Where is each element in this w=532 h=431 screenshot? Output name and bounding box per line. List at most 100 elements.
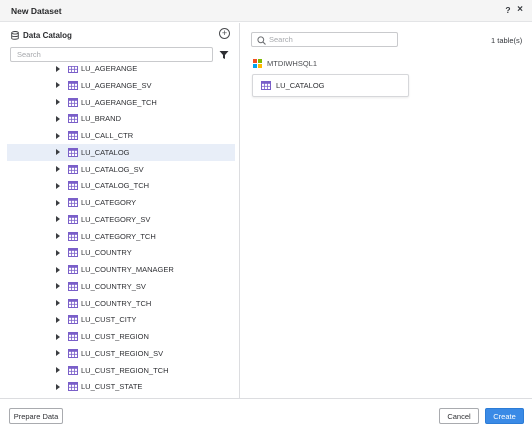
table-grid-icon xyxy=(68,298,78,308)
tree-item[interactable]: LU_CUST_STATE xyxy=(7,378,235,395)
tree-item[interactable]: LU_COUNTRY xyxy=(7,244,235,261)
table-grid-icon xyxy=(68,164,78,174)
tree-item-label: LU_COUNTRY_MANAGER xyxy=(81,265,174,274)
expand-caret-icon[interactable] xyxy=(56,199,60,206)
expand-caret-icon[interactable] xyxy=(56,99,60,105)
tree-item[interactable]: LU_CATEGORY_SV xyxy=(7,211,235,228)
expand-caret-icon[interactable] xyxy=(56,350,60,357)
tree-item[interactable]: LU_CATEGORY_TCH xyxy=(7,228,235,245)
tree-item-label: LU_CUST_STATE xyxy=(81,382,143,392)
expand-caret-icon[interactable] xyxy=(56,383,60,390)
tree-item[interactable]: LU_COUNTRY_TCH xyxy=(7,295,235,312)
table-search-box[interactable] xyxy=(251,32,398,47)
tree-item-label: LU_CATALOG_SV xyxy=(81,164,144,174)
table-grid-icon xyxy=(261,81,271,90)
table-grid-icon xyxy=(68,66,78,73)
table-grid-icon xyxy=(68,332,78,341)
cancel-button[interactable]: Cancel xyxy=(439,408,479,424)
table-grid-icon xyxy=(68,365,78,375)
expand-caret-icon[interactable] xyxy=(56,66,60,72)
expand-caret-icon[interactable] xyxy=(56,266,60,273)
tree-item[interactable]: LU_CATALOG_TCH xyxy=(7,177,235,194)
expand-caret-icon[interactable] xyxy=(56,316,60,323)
tree-item[interactable]: LU_CATEGORY xyxy=(7,194,235,211)
tree-item-label: LU_CUST_CITY xyxy=(81,315,137,325)
tree-item[interactable]: LU_COUNTRY_MANAGER xyxy=(7,261,235,278)
catalog-search-input[interactable] xyxy=(10,47,213,62)
expand-caret-icon[interactable] xyxy=(56,283,60,290)
tree-item[interactable]: LU_CATALOG xyxy=(7,143,235,161)
table-grid-icon xyxy=(68,281,78,291)
table-grid-icon xyxy=(68,382,78,392)
expand-caret-icon[interactable] xyxy=(56,182,60,189)
expand-caret-icon[interactable] xyxy=(56,300,60,306)
table-grid-icon xyxy=(68,97,78,107)
tree-item[interactable]: LU_AGERANGE_TCH xyxy=(7,94,235,111)
close-button[interactable]: × xyxy=(515,4,525,16)
tree-item[interactable]: LU_AGERANGE_SV xyxy=(7,77,235,94)
table-grid-icon xyxy=(68,198,78,207)
table-card[interactable]: LU_CATALOG xyxy=(252,74,409,97)
dialog-title: New Dataset xyxy=(11,6,62,16)
data-catalog-panel: Data Catalog + LU_AGERANGE LU_AGERANGE_SV… xyxy=(0,23,240,398)
table-grid-icon xyxy=(68,248,78,258)
tree-item-label: LU_AGERANGE_SV xyxy=(81,80,152,90)
expand-caret-icon[interactable] xyxy=(56,149,60,156)
prepare-data-button[interactable]: Prepare Data xyxy=(9,408,63,424)
tree-item[interactable]: LU_COUNTRY_SV xyxy=(7,278,235,295)
data-source-row: MTDIWHSQL1 xyxy=(253,58,317,69)
filter-icon[interactable] xyxy=(219,50,229,60)
tree-item[interactable]: LU_CATALOG_SV xyxy=(7,161,235,178)
search-icon xyxy=(257,36,266,45)
data-source-name: MTDIWHSQL1 xyxy=(267,59,318,68)
table-grid-icon xyxy=(68,131,78,140)
table-card-label: LU_CATALOG xyxy=(276,81,325,90)
expand-caret-icon[interactable] xyxy=(56,132,60,139)
plus-circle-icon[interactable]: + xyxy=(219,28,230,39)
table-search-input[interactable] xyxy=(269,34,395,45)
tree-item-label: LU_CATEGORY xyxy=(81,198,137,207)
data-catalog-title: Data Catalog xyxy=(23,30,72,40)
tree-item[interactable]: LU_CUST_REGION xyxy=(7,328,235,345)
tree-item-label: LU_CATALOG xyxy=(81,147,130,157)
tree-item-label: LU_CATEGORY_SV xyxy=(81,214,151,224)
table-grid-icon xyxy=(68,147,78,157)
tree-item-label: LU_CUST_REGION xyxy=(81,332,149,341)
expand-caret-icon[interactable] xyxy=(56,233,60,239)
dialog-footer: Prepare Data Cancel Create xyxy=(0,398,532,431)
table-grid-icon xyxy=(68,265,78,274)
expand-caret-icon[interactable] xyxy=(56,367,60,373)
tree-item-label: LU_COUNTRY_SV xyxy=(81,281,146,291)
table-grid-icon xyxy=(68,315,78,325)
tree-item[interactable]: LU_CUST_REGION_TCH xyxy=(7,362,235,379)
expand-caret-icon[interactable] xyxy=(56,249,60,256)
table-grid-icon xyxy=(68,181,78,191)
table-grid-icon xyxy=(68,348,78,358)
tree-item[interactable]: LU_BRAND xyxy=(7,110,235,127)
dialog-title-bar: New Dataset ? × xyxy=(0,0,532,22)
table-grid-icon xyxy=(68,114,78,124)
table-count-label: 1 table(s) xyxy=(491,36,523,45)
tree-item[interactable]: LU_CUST_CITY xyxy=(7,311,235,328)
expand-caret-icon[interactable] xyxy=(56,115,60,122)
expand-caret-icon[interactable] xyxy=(56,333,60,340)
tree-item-label: LU_COUNTRY xyxy=(81,248,132,258)
expand-caret-icon[interactable] xyxy=(56,166,60,172)
microsoft-windows-icon xyxy=(253,59,262,68)
data-catalog-header: Data Catalog xyxy=(11,29,72,41)
help-button[interactable]: ? xyxy=(503,5,513,17)
table-grid-icon xyxy=(68,80,78,90)
tree-item-label: LU_AGERANGE xyxy=(81,66,138,73)
tree-item-label: LU_COUNTRY_TCH xyxy=(81,298,152,308)
table-grid-icon xyxy=(68,231,78,241)
tree-item-label: LU_CALL_CTR xyxy=(81,131,134,140)
tree-item-label: LU_CATALOG_TCH xyxy=(81,181,150,191)
expand-caret-icon[interactable] xyxy=(56,216,60,223)
tree-item-label: LU_AGERANGE_TCH xyxy=(81,97,157,107)
expand-caret-icon[interactable] xyxy=(56,82,60,89)
tree-item[interactable]: LU_CALL_CTR xyxy=(7,127,235,144)
create-button[interactable]: Create xyxy=(485,408,524,424)
tree-item[interactable]: LU_AGERANGE xyxy=(7,66,235,77)
tree-item[interactable]: LU_CUST_REGION_SV xyxy=(7,345,235,362)
database-icon xyxy=(11,30,19,40)
